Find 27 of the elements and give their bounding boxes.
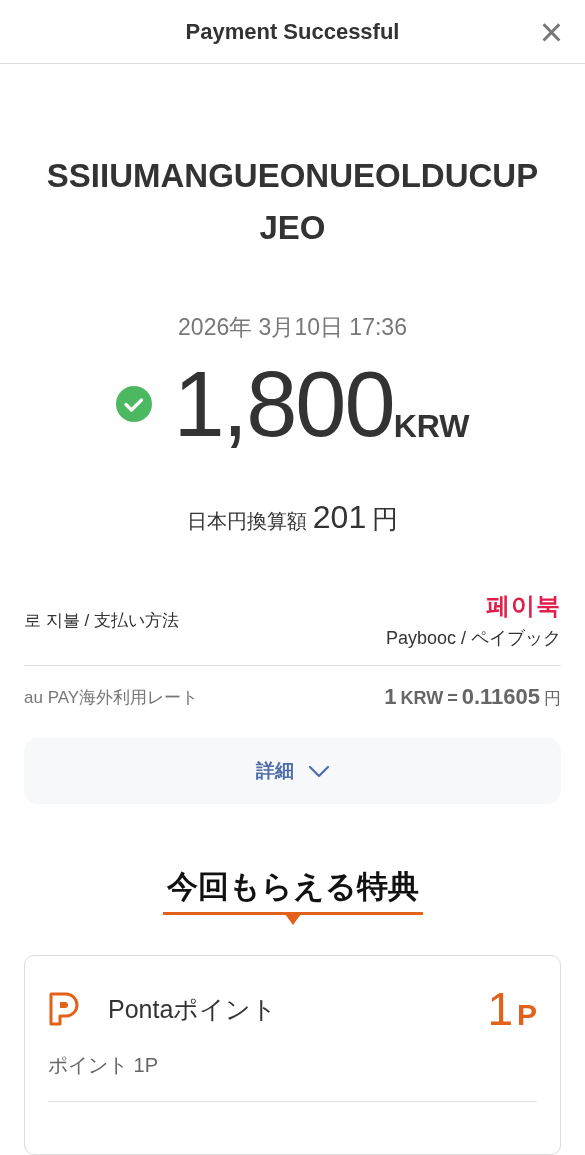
- currency: KRW: [393, 408, 470, 445]
- equals-sign: =: [447, 688, 458, 709]
- rate-value: 0.11605: [461, 684, 540, 710]
- close-button[interactable]: ×: [539, 12, 563, 52]
- converted-amount: 201: [312, 499, 367, 536]
- details-button[interactable]: 詳細: [24, 738, 561, 804]
- p-logo-icon: [48, 991, 80, 1027]
- window-title: Payment Successful: [185, 18, 400, 45]
- paybooc-logo: 페이북: [486, 591, 561, 621]
- benefit-detail: ポイント 1P: [48, 1052, 537, 1102]
- converted-label: 日本円換算額: [186, 509, 307, 534]
- yen-unit: 円: [372, 503, 399, 536]
- points-value: 1: [487, 982, 513, 1036]
- pointer-icon: [284, 914, 301, 925]
- merchant-name: SSIIUMANGUEONUEOLDUCUPJEO: [45, 156, 540, 248]
- payment-method-label: 로 지불 / 支払い方法: [24, 609, 179, 632]
- points-unit: P: [517, 998, 537, 1032]
- amount: 1,800: [173, 352, 394, 457]
- rate-base: 1: [384, 684, 397, 710]
- payment-method-name: Paybooc / ペイブック: [385, 627, 561, 650]
- transaction-date: 2026年 3月10日 17:36: [178, 313, 407, 342]
- exchange-rate-label: au PAY海外利用レート: [24, 686, 199, 709]
- chevron-icon: [307, 764, 330, 778]
- benefits-title: 今回もらえる特典: [162, 866, 423, 915]
- rate-currency: KRW: [400, 688, 444, 709]
- benefit-name: Pontaポイント: [108, 993, 279, 1025]
- yen-unit: 円: [544, 688, 561, 710]
